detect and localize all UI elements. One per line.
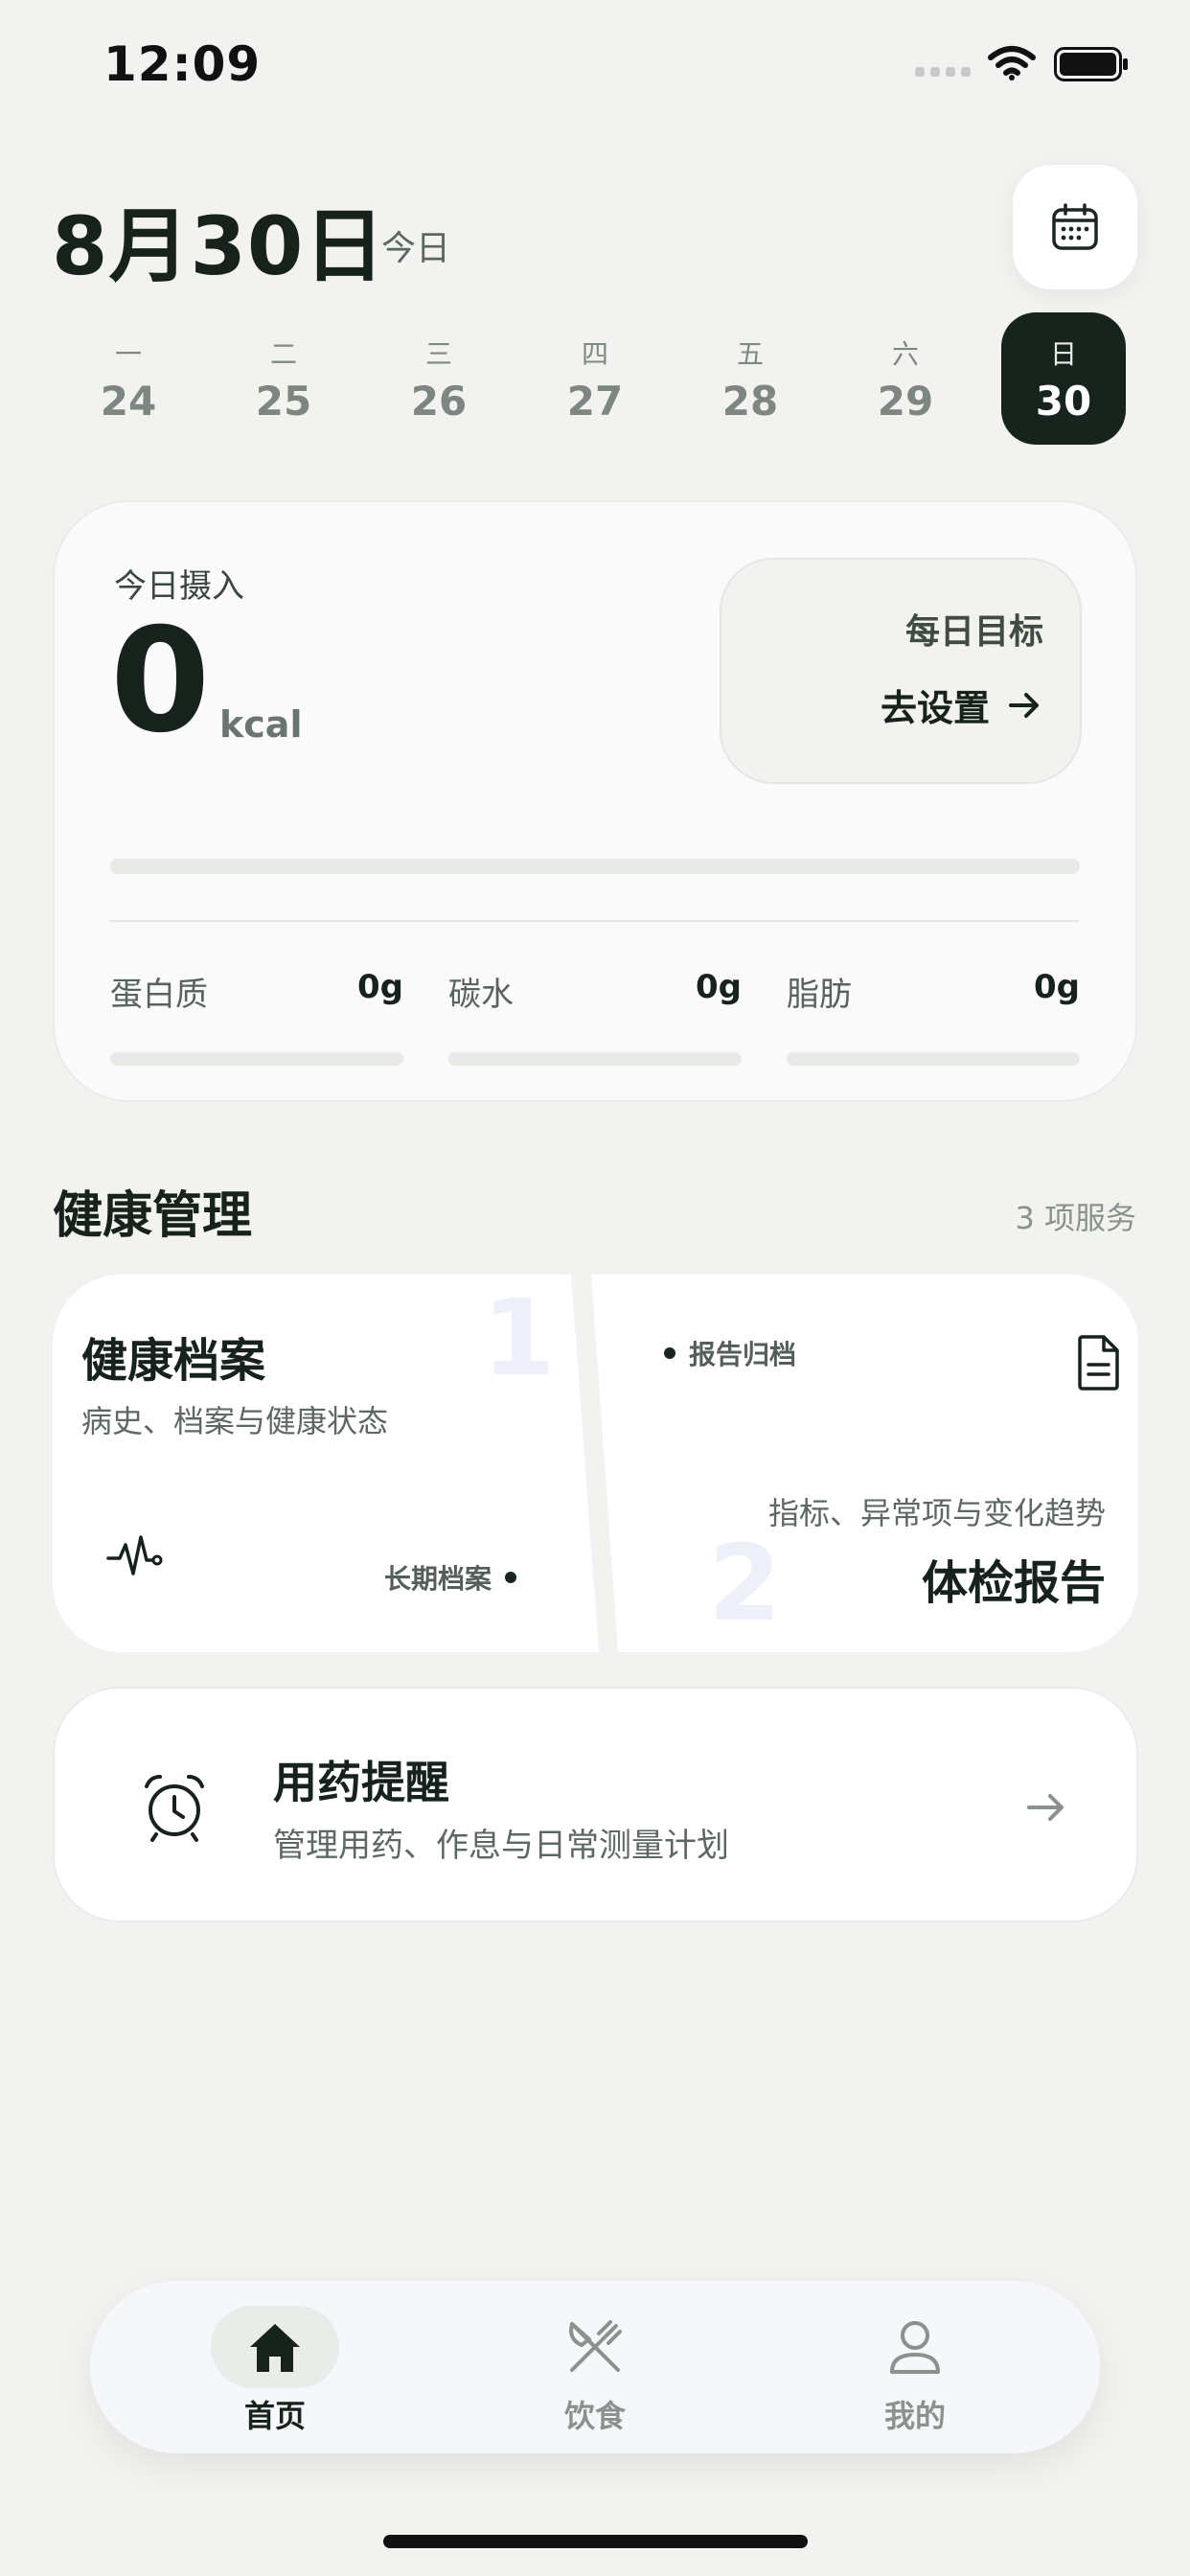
day-item[interactable]: 四 27 — [536, 312, 654, 445]
utensils-icon — [569, 2320, 622, 2372]
home-icon — [250, 2324, 300, 2372]
tab-icon-wrap — [211, 2306, 339, 2388]
home-indicator — [383, 2535, 808, 2548]
tab-icon-wrap — [531, 2306, 659, 2388]
day-number: 25 — [255, 377, 312, 425]
today-label: 今日 — [381, 229, 451, 268]
tab-bar: 首页 饮食 我的 — [90, 2281, 1100, 2453]
day-item[interactable]: 三 26 — [379, 312, 498, 445]
macro-label: 蛋白质 — [110, 976, 208, 1014]
weekday-label: 四 — [581, 337, 608, 370]
checkup-report-subtitle: 指标、异常项与变化趋势 — [767, 1495, 1106, 1531]
intake-card: 今日摄入 0 kcal 每日目标 去设置 蛋白质 0g 碳水 0g 脂肪 0g — [53, 500, 1137, 1102]
day-item[interactable]: 二 25 — [224, 312, 343, 445]
day-number: 29 — [877, 377, 934, 425]
weekday-label: 三 — [424, 337, 452, 370]
day-item-selected[interactable]: 日 30 — [1001, 312, 1126, 445]
health-services-card: 1 健康档案 病史、档案与健康状态 长期档案 报告归档 指标、异常项与变化趋势 … — [53, 1275, 1138, 1652]
battery-icon — [1054, 47, 1128, 81]
week-strip: 一 24 二 25 三 26 四 27 五 28 六 29 日 30 — [52, 312, 1138, 445]
goal-title: 每日目标 — [904, 612, 1043, 652]
tag-label: 长期档案 — [384, 1563, 492, 1595]
macro-label: 脂肪 — [787, 976, 852, 1014]
medication-title: 用药提醒 — [273, 1757, 449, 1808]
page-title: 8月30日 — [52, 199, 386, 293]
calorie-progress-bar — [110, 859, 1080, 874]
weekday-label: 六 — [891, 337, 919, 370]
weekday-label: 日 — [1049, 337, 1077, 370]
day-item[interactable]: 五 28 — [691, 312, 810, 445]
intake-value: 0 — [110, 598, 211, 765]
arrow-right-icon — [1027, 1794, 1064, 1821]
macro-progress-bar — [787, 1052, 1080, 1066]
day-number: 27 — [566, 377, 624, 425]
tab-diet[interactable]: 饮食 — [499, 2281, 691, 2453]
tab-label: 首页 — [243, 2398, 306, 2434]
checkup-report-title: 体检报告 — [921, 1556, 1106, 1610]
medication-reminder-card[interactable]: 用药提醒 管理用药、作息与日常测量计划 — [53, 1687, 1138, 1922]
heartbeat-icon — [106, 1535, 163, 1576]
tab-home[interactable]: 首页 — [179, 2281, 371, 2453]
bullet-dot — [664, 1347, 675, 1359]
tab-label: 我的 — [883, 2398, 946, 2434]
day-number: 30 — [1035, 377, 1092, 425]
health-record-subtitle: 病史、档案与健康状态 — [81, 1403, 389, 1439]
service-count: 3 项服务 — [1015, 1200, 1136, 1236]
tag-label: 报告归档 — [689, 1339, 797, 1370]
section-title: 健康管理 — [53, 1187, 253, 1245]
health-record-title: 健康档案 — [81, 1334, 266, 1388]
day-number: 26 — [410, 377, 468, 425]
daily-goal-button[interactable]: 每日目标 去设置 — [720, 558, 1082, 784]
macro-value: 0g — [696, 968, 742, 1006]
tab-profile[interactable]: 我的 — [819, 2281, 1011, 2453]
document-icon — [1078, 1335, 1119, 1391]
calendar-icon — [1052, 203, 1098, 250]
checkup-report-card[interactable]: 报告归档 指标、异常项与变化趋势 体检报告 2 — [591, 1275, 1138, 1652]
bullet-dot — [505, 1572, 517, 1583]
health-record-card[interactable]: 1 健康档案 病史、档案与健康状态 长期档案 — [53, 1275, 599, 1652]
card-index-number: 2 — [708, 1522, 782, 1644]
tab-icon-wrap — [851, 2306, 979, 2388]
set-goal-label: 去设置 — [880, 687, 990, 729]
wifi-icon — [988, 46, 1036, 80]
macro-progress-bar — [448, 1052, 742, 1066]
status-time: 12:09 — [103, 36, 262, 92]
arrow-right-icon — [1009, 692, 1039, 718]
weekday-label: 一 — [114, 337, 142, 370]
intake-unit: kcal — [219, 703, 303, 746]
weekday-label: 五 — [736, 337, 764, 370]
macro-progress-bar — [110, 1052, 403, 1066]
calendar-button[interactable] — [1013, 165, 1137, 289]
card-index-number: 1 — [482, 1276, 556, 1399]
day-item[interactable]: 六 29 — [846, 312, 965, 445]
report-archive-tag: 报告归档 — [664, 1334, 796, 1372]
macro-label: 碳水 — [448, 976, 514, 1014]
day-number: 24 — [100, 377, 157, 425]
profile-icon — [890, 2321, 940, 2374]
alarm-clock-icon — [145, 1775, 204, 1842]
cellular-signal-icon — [915, 67, 971, 77]
day-number: 28 — [721, 377, 779, 425]
divider — [110, 920, 1080, 922]
medication-subtitle: 管理用药、作息与日常测量计划 — [273, 1827, 729, 1865]
weekday-label: 二 — [269, 337, 297, 370]
macro-value: 0g — [357, 968, 403, 1006]
set-goal-link[interactable]: 去设置 — [881, 678, 1043, 731]
tab-label: 饮食 — [563, 2398, 626, 2434]
long-term-record-tag: 长期档案 — [384, 1558, 517, 1597]
day-item[interactable]: 一 24 — [69, 312, 188, 445]
macro-value: 0g — [1034, 968, 1080, 1006]
